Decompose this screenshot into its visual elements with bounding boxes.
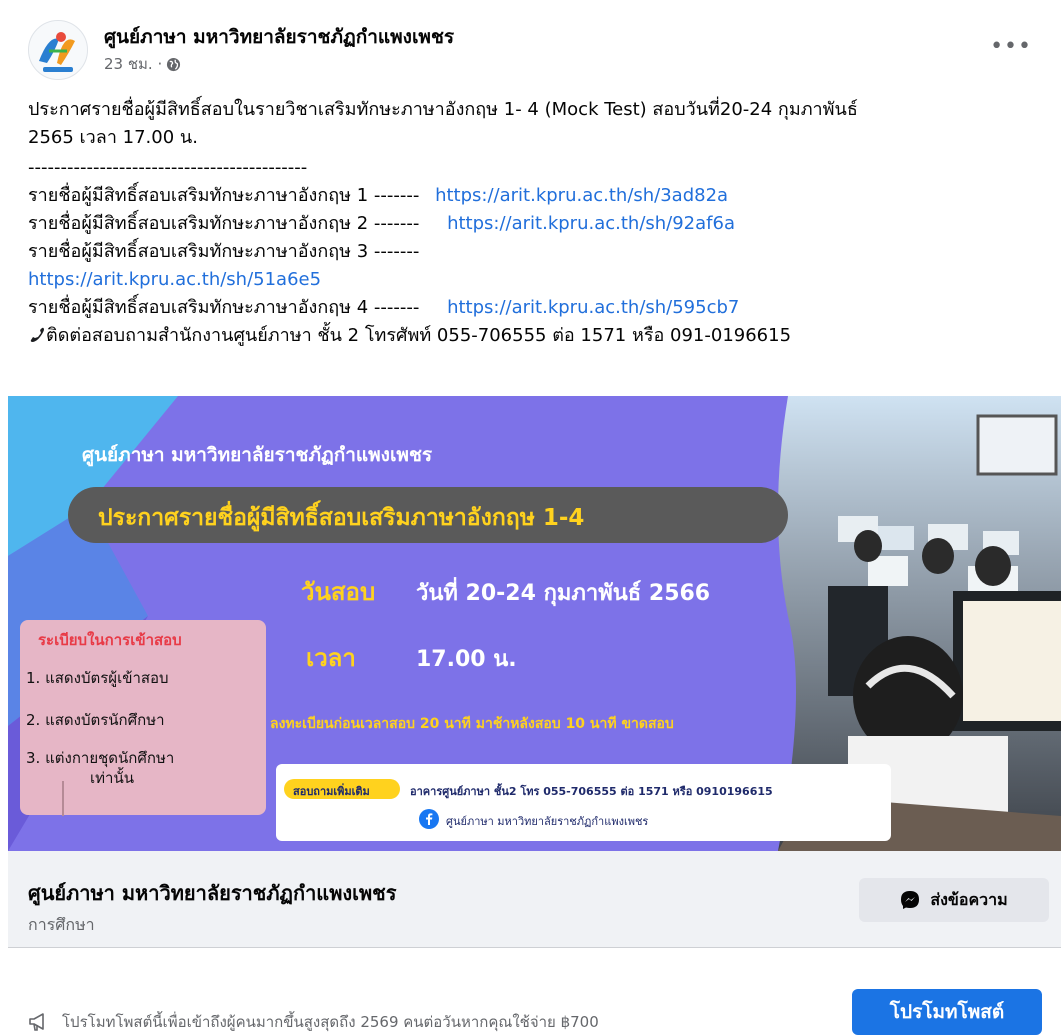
banner-contact: อาคารศูนย์ภาษา ชั้น2 โทร 055-706555 ต่อ … xyxy=(410,785,773,798)
list-link[interactable]: https://arit.kpru.ac.th/sh/595cb7 xyxy=(447,297,739,318)
page-name[interactable]: ศูนย์ภาษา มหาวิทยาลัยราชภัฏกำแพงเพชร xyxy=(104,22,454,52)
list-item: รายชื่อผู้มีสิทธิ์สอบเสริมทักษะภาษาอังกฤ… xyxy=(28,294,1038,322)
list-link[interactable]: https://arit.kpru.ac.th/sh/51a6e5 xyxy=(28,269,321,290)
page-card[interactable]: ศูนย์ภาษา มหาวิทยาลัยราชภัฏกำแพงเพชร การ… xyxy=(8,851,1061,947)
body-line: ประกาศรายชื่อผู้มีสิทธิ์สอบในรายวิชาเสริ… xyxy=(28,99,858,120)
post-time[interactable]: 23 ชม. · xyxy=(104,52,162,76)
contact-tag: สอบถามเพิ่มเติม xyxy=(293,785,370,798)
list-item: https://arit.kpru.ac.th/sh/51a6e5 xyxy=(28,266,1038,294)
post-header: ศูนย์ภาษา มหาวิทยาลัยราชภัฏกำแพงเพชร 23 … xyxy=(28,16,1038,80)
register-note: ลงทะเบียนก่อนเวลาสอบ 20 นาที มาช้าหลังสอ… xyxy=(270,716,674,732)
rule-item: 2. แสดงบัตรนักศึกษา xyxy=(26,711,165,729)
separator: ----------------------------------------… xyxy=(28,157,308,178)
rules-title: ระเบียบในการเข้าสอบ xyxy=(38,631,182,649)
promote-post-button[interactable]: โปรโมทโพสต์ xyxy=(852,989,1042,1035)
promo-text: โปรโมทโพสต์นี้เพื่อเข้าถึงผู้คนมากขึ้นสู… xyxy=(62,1013,599,1031)
card-title[interactable]: ศูนย์ภาษา มหาวิทยาลัยราชภัฏกำแพงเพชร xyxy=(28,877,397,909)
list-link[interactable]: https://arit.kpru.ac.th/sh/3ad82a xyxy=(435,185,728,206)
rule-item: เท่านั้น xyxy=(90,769,134,787)
exam-time-value: 17.00 น. xyxy=(416,647,517,672)
send-message-button[interactable]: ส่งข้อความ xyxy=(859,878,1049,922)
divider xyxy=(8,947,1061,948)
promo-bar: โปรโมทโพสต์นี้เพื่อเข้าถึงผู้คนมากขึ้นสู… xyxy=(28,1010,599,1034)
card-category: การศึกษา xyxy=(28,915,95,934)
phone-icon xyxy=(30,327,44,342)
exam-date-label: วันสอบ xyxy=(301,578,376,606)
post-meta: 23 ชม. · xyxy=(104,52,181,76)
facebook-icon xyxy=(419,809,439,829)
item-label: รายชื่อผู้มีสิทธิ์สอบเสริมทักษะภาษาอังกฤ… xyxy=(28,241,420,262)
list-item: รายชื่อผู้มีสิทธิ์สอบเสริมทักษะภาษาอังกฤ… xyxy=(28,210,1038,238)
banner-headline: ประกาศรายชื่อผู้มีสิทธิ์สอบเสริมภาษาอังก… xyxy=(98,505,585,531)
contact-line: ติดต่อสอบถามสำนักงานศูนย์ภาษา ชั้น 2 โทร… xyxy=(28,322,1038,350)
banner-org: ศูนย์ภาษา มหาวิทยาลัยราชภัฏกำแพงเพชร xyxy=(82,444,433,466)
announcement-image[interactable]: ศูนย์ภาษา มหาวิทยาลัยราชภัฏกำแพงเพชร ประ… xyxy=(8,396,1061,851)
item-label: รายชื่อผู้มีสิทธิ์สอบเสริมทักษะภาษาอังกฤ… xyxy=(28,297,420,318)
list-link[interactable]: https://arit.kpru.ac.th/sh/92af6a xyxy=(447,213,735,234)
contact-text: ติดต่อสอบถามสำนักงานศูนย์ภาษา ชั้น 2 โทร… xyxy=(46,325,792,346)
list-item: รายชื่อผู้มีสิทธิ์สอบเสริมทักษะภาษาอังกฤ… xyxy=(28,182,1038,210)
item-label: รายชื่อผู้มีสิทธิ์สอบเสริมทักษะภาษาอังกฤ… xyxy=(28,213,420,234)
list-item: รายชื่อผู้มีสิทธิ์สอบเสริมทักษะภาษาอังกฤ… xyxy=(28,238,1038,266)
messenger-icon xyxy=(901,891,920,909)
item-label: รายชื่อผู้มีสิทธิ์สอบเสริมทักษะภาษาอังกฤ… xyxy=(28,185,420,206)
globe-icon xyxy=(167,57,181,71)
page-avatar[interactable] xyxy=(28,20,88,80)
send-message-label: ส่งข้อความ xyxy=(930,889,1008,909)
exam-date-value: วันที่ 20-24 กุมภาพันธ์ 2566 xyxy=(416,581,711,606)
post-body: ประกาศรายชื่อผู้มีสิทธิ์สอบในรายวิชาเสริ… xyxy=(28,96,1038,350)
exam-time-label: เวลา xyxy=(306,644,356,672)
more-icon[interactable]: ••• xyxy=(990,34,1032,59)
rule-item: 1. แสดงบัตรผู้เข้าสอบ xyxy=(26,669,169,687)
megaphone-icon xyxy=(29,1013,44,1031)
banner-fb-name: ศูนย์ภาษา มหาวิทยาลัยราชภัฏกำแพงเพชร xyxy=(446,815,649,828)
body-line: 2565 เวลา 17.00 น. xyxy=(28,127,198,148)
